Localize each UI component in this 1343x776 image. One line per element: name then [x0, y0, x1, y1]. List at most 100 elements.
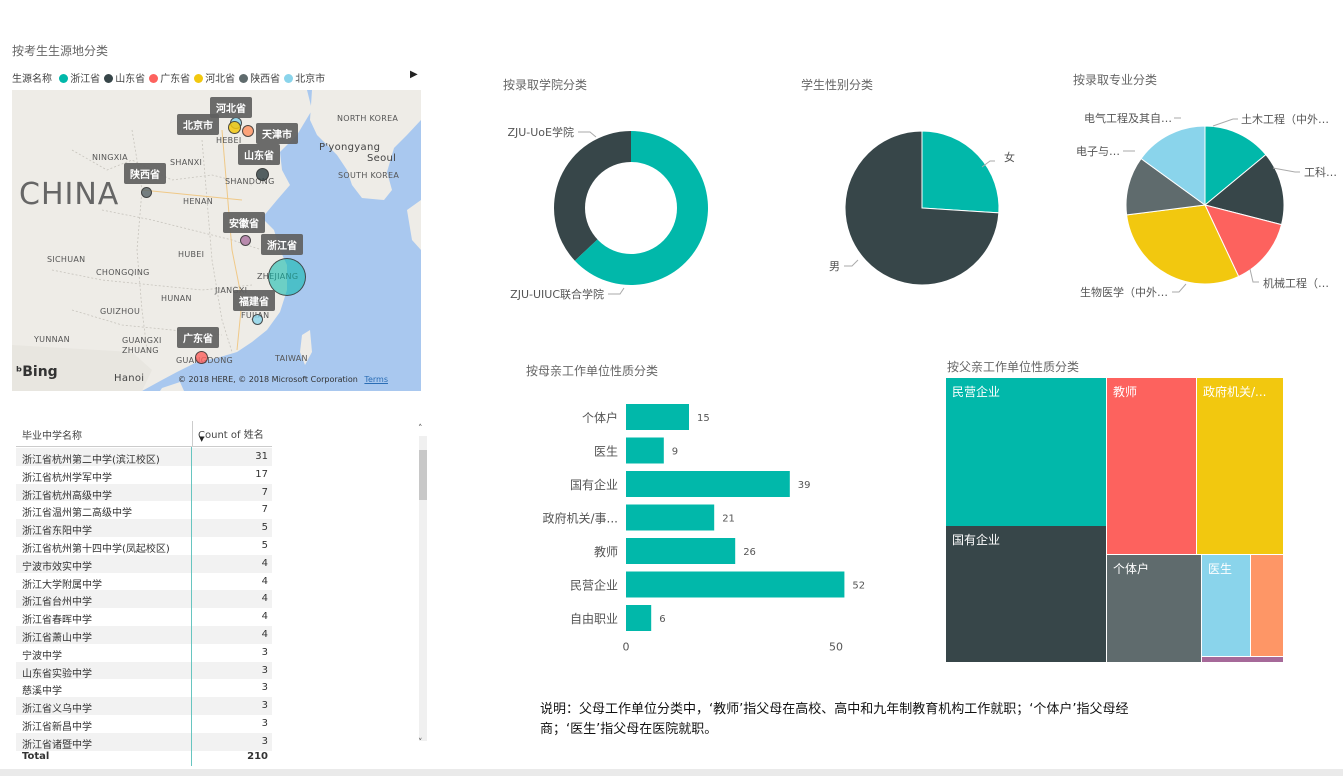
cell-count: 3 [261, 700, 268, 712]
col-divider [192, 421, 193, 447]
cell-school-name: 宁波中学 [22, 650, 62, 662]
table-row[interactable]: 宁波中学 3 [16, 644, 272, 662]
map-bubble-fujian[interactable] [252, 314, 263, 325]
map-bubble-guangdong[interactable] [195, 351, 208, 364]
table-row[interactable]: 浙江省杭州第十四中学(凤起校区) 5 [16, 537, 272, 555]
pie-slice-label: 电气工程及其自… [1084, 111, 1172, 125]
treemap-cell[interactable]: 个体户 [1107, 555, 1201, 662]
legend-label: 河北省 [205, 74, 236, 85]
legend-item[interactable]: 北京市 [284, 70, 325, 85]
table-row[interactable]: 浙江省萧山中学 4 [16, 626, 272, 644]
table-row[interactable]: 慈溪中学 3 [16, 679, 272, 697]
chart-college[interactable]: ZJU-UoE学院 ZJU-UIUC联合学院 [490, 95, 760, 325]
treemap-cell[interactable]: 医生 [1202, 555, 1250, 656]
map-bubble-shandong[interactable] [256, 168, 269, 181]
map-bubble-shaanxi[interactable] [141, 187, 152, 198]
table-row[interactable]: 浙江省温州第二高级中学 7 [16, 501, 272, 519]
geo-label-hubei: HUBEI [178, 250, 205, 259]
treemap-cell-label: 民营企业 [952, 385, 1001, 399]
bar[interactable] [626, 437, 664, 464]
geo-label-chongqing: CHONGQING [96, 268, 150, 277]
table-row[interactable]: 宁波市效实中学 4 [16, 554, 272, 573]
bar[interactable] [626, 471, 790, 497]
map-bubble-tianjin[interactable] [242, 125, 254, 137]
treemap-cell[interactable]: 教师 [1107, 378, 1196, 554]
table-row[interactable]: 浙江省新昌中学 3 [16, 715, 272, 733]
table-scrollbar[interactable]: ˄ ˅ [418, 424, 428, 754]
legend-item[interactable]: 河北省 [194, 70, 235, 85]
cell-count: 3 [261, 682, 268, 694]
cell-school-name: 浙江省杭州第二中学(滨江校区) [22, 455, 160, 466]
col-header-school[interactable]: 毕业中学名称 [22, 427, 82, 442]
table-row[interactable]: 浙江省杭州第二中学(滨江校区) 31 [16, 448, 272, 466]
scroll-thumb[interactable] [419, 450, 427, 500]
table-row[interactable]: 浙江省义乌中学 3 [16, 697, 272, 715]
legend-dot-icon [284, 74, 294, 83]
cell-count: 17 [255, 468, 268, 480]
geo-label-sichuan: SICHUAN [47, 255, 86, 264]
treemap-cell[interactable] [1202, 657, 1283, 662]
legend-item[interactable]: 浙江省 [59, 70, 100, 85]
bar[interactable] [626, 504, 715, 531]
legend-title: 生源名称 [12, 74, 52, 85]
pie-slice[interactable] [921, 130, 1000, 214]
sort-desc-icon[interactable]: ▼ [199, 435, 204, 443]
table-row[interactable]: 山东省实验中学 3 [16, 661, 272, 680]
map-terms-link[interactable]: Terms [364, 375, 388, 384]
legend-label: 浙江省 [70, 74, 101, 85]
scroll-up-icon[interactable]: ˄ [418, 424, 423, 434]
cell-school-name: 浙江大学附属中学 [22, 579, 102, 591]
chart-mother[interactable]: 个体户 15 医生 9 国有企业 39 政府机关/事... 21 教师 26 民营企业 52 自由职业 6… [526, 392, 906, 672]
school-table[interactable]: 毕业中学名称 Count of 姓名 ▼ 浙江省杭州第二中学(滨江校区) 31 浙江… [16, 421, 272, 766]
map-bubble-beijing[interactable] [228, 121, 241, 134]
map-label-anhui: 安徽省 [223, 212, 265, 233]
col-header-count[interactable]: Count of 姓名 [198, 426, 264, 441]
map-visual[interactable]: NORTH KOREA P'yongyang Seoul SOUTH KOREA… [12, 90, 421, 391]
map-bubble-anhui[interactable] [240, 235, 251, 246]
bar[interactable] [626, 404, 689, 430]
pie-leader-line [1249, 268, 1259, 283]
table-row[interactable]: 浙江大学附属中学 4 [16, 573, 272, 591]
table-row[interactable]: 浙江省东阳中学 5 [16, 519, 272, 537]
treemap-cell-label: 国有企业 [952, 533, 1001, 547]
chart-major[interactable]: 土木工程（中外… 工科… 机械工程（… 生物医学（中外… 电子与… 电气工程及其自… [1063, 95, 1343, 325]
geo-label-shanxi: SHANXI [170, 158, 203, 167]
treemap-cell[interactable] [1251, 555, 1283, 656]
treemap-cell[interactable]: 国有企业 [946, 526, 1106, 662]
cell-school-name: 浙江省台州中学 [22, 597, 92, 609]
table-row[interactable]: 浙江省杭州学军中学 17 [16, 466, 272, 484]
bar[interactable] [626, 538, 736, 564]
geo-label-yunnan: YUNNAN [34, 335, 70, 344]
pie-slice-label: ZJU-UIUC联合学院 [510, 287, 604, 301]
chart-father[interactable]: 民营企业国有企业 教师 政府机关/... 个体户 医生 [946, 378, 1283, 662]
chart-gender[interactable]: 女男 [800, 95, 1040, 325]
map-label-beijing: 北京市 [177, 114, 219, 135]
bar[interactable] [626, 605, 652, 631]
geo-label-ningxia: NINGXIA [92, 153, 128, 162]
treemap-cell[interactable]: 民营企业 [946, 378, 1106, 526]
table-row[interactable]: 浙江省诸暨中学 3 [16, 732, 272, 751]
map-legend: 生源名称 浙江省 山东省 广东省 河北省 陕西省 北京市 [12, 70, 422, 85]
cell-count: 3 [261, 718, 268, 729]
map-title: 按考生生源地分类 [12, 44, 109, 58]
map-label-tianjin: 天津市 [256, 123, 298, 144]
total-label: Total [22, 751, 50, 762]
bar-value-label: 6 [659, 614, 665, 625]
table-row[interactable]: 浙江省春晖中学 4 [16, 608, 272, 626]
table-row[interactable]: 浙江省杭州高级中学 7 [16, 483, 272, 502]
chart-father-title: 按父亲工作单位性质分类 [947, 360, 1080, 374]
bar-category-label: 个体户 [582, 410, 618, 425]
geo-label-north-korea: NORTH KOREA [337, 114, 399, 123]
table-row[interactable]: 浙江省台州中学 4 [16, 590, 272, 608]
treemap-cell[interactable]: 政府机关/... [1197, 378, 1283, 554]
bar-category-label: 民营企业 [570, 578, 618, 593]
legend-item[interactable]: 广东省 [149, 70, 190, 85]
legend-scroll-arrow[interactable]: ▶ [410, 69, 418, 80]
geo-label-henan: HENAN [183, 197, 214, 206]
legend-item[interactable]: 陕西省 [239, 70, 280, 85]
bar[interactable] [626, 571, 845, 598]
legend-item[interactable]: 山东省 [104, 70, 145, 85]
cell-count: 4 [261, 557, 268, 569]
scroll-down-icon[interactable]: ˅ [418, 738, 423, 748]
pie-slice-label: 工科… [1304, 165, 1337, 179]
